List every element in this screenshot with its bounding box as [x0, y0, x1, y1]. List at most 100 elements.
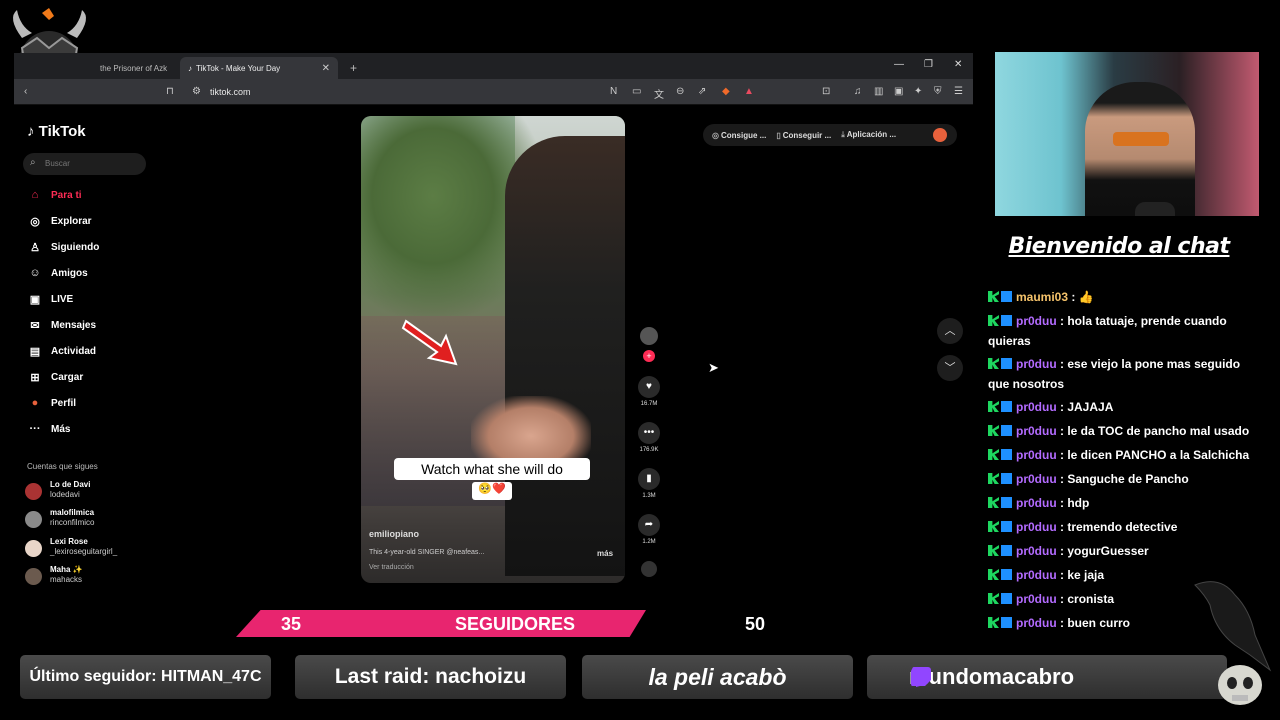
nav-mensajes[interactable]: ✉ Mensajes [27, 317, 96, 333]
music-disc-icon[interactable] [641, 561, 657, 577]
close-window-icon[interactable]: ✕ [954, 59, 962, 70]
kick-badge-icon [988, 593, 999, 604]
chevron-down-icon[interactable]: ﹀ [937, 355, 963, 381]
kick-badge-icon [988, 521, 999, 532]
sidebar-icon[interactable]: ▥ [874, 86, 883, 97]
kick-badge-icon [988, 425, 999, 436]
chat-text: cronista [1067, 592, 1115, 606]
music-icon[interactable]: ♫ [854, 86, 862, 97]
chat-username[interactable]: pr0duu [1016, 448, 1057, 462]
chat-text: ke jaja [1067, 568, 1105, 582]
heart-icon[interactable]: ♥ [638, 376, 660, 398]
user-avatar[interactable] [933, 128, 947, 142]
arrow-badge-icon [1001, 315, 1012, 326]
chat-username[interactable]: pr0duu [1016, 472, 1057, 486]
chat-text: le da TOC de pancho mal usado [1067, 424, 1250, 438]
zoom-icon[interactable]: ⊖ [676, 86, 684, 97]
logo-text: TikTok [38, 123, 86, 140]
video-username[interactable]: emiliopiano [369, 529, 419, 539]
vpn-icon[interactable]: ⛨ [934, 86, 942, 97]
kick-badge-icon [988, 617, 999, 628]
tiktok-favicon-icon: ♪ [188, 63, 192, 73]
video-more-link[interactable]: más [597, 549, 613, 558]
creator-avatar[interactable] [640, 327, 658, 345]
kick-badge-icon [988, 449, 999, 460]
leo-ai-icon[interactable]: ✦ [914, 86, 922, 97]
compass-icon: ◎ [30, 215, 40, 228]
nav-live[interactable]: ▣ LIVE [27, 291, 73, 307]
reader-icon[interactable]: Ν [610, 86, 617, 97]
nav-mas[interactable]: ··· Más [27, 421, 71, 437]
restore-icon[interactable]: ❐ [924, 59, 933, 70]
brave-rewards-icon[interactable]: ▲ [744, 86, 754, 97]
bookmark-icon[interactable]: ▮ [638, 468, 660, 490]
last-raid-text: Last raid: nachoizu [334, 665, 527, 688]
share-action[interactable]: ➦ 1.2M [638, 514, 660, 545]
chat-username[interactable]: pr0duu [1016, 314, 1057, 328]
bookmark-page-icon[interactable]: ⊓ [166, 86, 174, 97]
get-app-link[interactable]: ▯ Conseguir ... [776, 131, 831, 140]
tab-label: the Prisoner of Azk [100, 63, 168, 73]
get-coins-link[interactable]: ◎ Consigue ... [712, 131, 766, 140]
nav-cargar[interactable]: ⊞ Cargar [27, 369, 83, 385]
chevron-up-icon[interactable]: ︿ [937, 318, 963, 344]
follow-plus-icon[interactable]: + [643, 350, 655, 362]
nav-explorar[interactable]: ◎ Explorar [27, 213, 91, 229]
search-input[interactable]: ⌕ Buscar [23, 153, 146, 175]
site-settings-icon[interactable]: ⚙ [192, 86, 201, 97]
screenshot-icon[interactable]: ⊡ [822, 86, 830, 97]
tab-prisoner[interactable]: the Prisoner of Azk [92, 57, 182, 79]
chat-username[interactable]: pr0duu [1016, 592, 1057, 606]
nav-perfil[interactable]: ● Perfil [27, 395, 76, 411]
chat-username[interactable]: pr0duu [1016, 616, 1057, 630]
chat-username[interactable]: pr0duu [1016, 568, 1057, 582]
chat-separator: : [1056, 472, 1068, 486]
back-icon[interactable]: ‹ [24, 86, 27, 97]
red-arrow-icon [401, 319, 458, 366]
cast-icon[interactable]: ▭ [632, 86, 641, 97]
last-raid-panel: Last raid: nachoizu [295, 655, 566, 699]
like-action[interactable]: ♥ 16.7M [638, 376, 660, 407]
close-tab-icon[interactable]: ✕ [322, 63, 330, 74]
nav-amigos[interactable]: ☺ Amigos [27, 265, 87, 281]
video-player[interactable] [361, 116, 625, 583]
comment-icon[interactable]: ••• [638, 422, 660, 444]
arrow-badge-icon [1001, 521, 1012, 532]
brave-shield-icon[interactable]: ◆ [722, 86, 730, 97]
share-page-icon[interactable]: ⇗ [698, 86, 706, 97]
chat-username[interactable]: pr0duu [1016, 357, 1057, 371]
url-field[interactable]: tiktok.com [210, 87, 251, 97]
tiktok-logo[interactable]: ♪ TikTok [27, 123, 86, 140]
link-label: Consigue ... [720, 130, 767, 140]
chat-title: Bienvenido al chat [1008, 234, 1231, 259]
chat-separator: : [1068, 290, 1079, 304]
menu-icon[interactable]: ☰ [954, 86, 963, 97]
chat-username[interactable]: pr0duu [1016, 400, 1057, 414]
chat-username[interactable]: maumi03 [1016, 290, 1068, 304]
chat-username[interactable]: pr0duu [1016, 424, 1057, 438]
chat-username[interactable]: pr0duu [1016, 496, 1057, 510]
chat-message: pr0duu : hola tatuaje, prende cuando qui… [988, 311, 1258, 351]
chat-username[interactable]: pr0duu [1016, 544, 1057, 558]
arrow-badge-icon [1001, 593, 1012, 604]
bookmark-action[interactable]: ▮ 1.3M [638, 468, 660, 499]
download-app-link[interactable]: ⤓ Aplicación ... [841, 130, 896, 140]
activity-icon: ▤ [29, 345, 41, 358]
new-tab-icon[interactable]: + [342, 57, 365, 79]
phone-icon: ▯ [776, 130, 781, 140]
nav-actividad[interactable]: ▤ Actividad [27, 343, 96, 359]
top-links-bar: ◎ Consigue ... ▯ Conseguir ... ⤓ Aplicación… [703, 124, 957, 146]
translate-icon[interactable]: 文 [654, 86, 664, 101]
comment-action[interactable]: ••• 176.9K [638, 422, 660, 453]
account-handle: _lexiroseguitargirl_ [50, 547, 118, 556]
share-icon[interactable]: ➦ [638, 514, 660, 536]
tab-tiktok[interactable]: ♪ TikTok - Make Your Day ✕ [180, 57, 338, 79]
arrow-badge-icon [1001, 291, 1012, 302]
nav-siguiendo[interactable]: ♙ Siguiendo [27, 239, 99, 255]
translate-link[interactable]: Ver traducción [369, 564, 414, 571]
nav-para-ti[interactable]: ⌂ Para ti [27, 187, 82, 203]
wallet-icon[interactable]: ▣ [894, 86, 903, 97]
more-icon: ··· [29, 423, 41, 435]
minimize-icon[interactable]: — [894, 59, 904, 70]
chat-username[interactable]: pr0duu [1016, 520, 1057, 534]
